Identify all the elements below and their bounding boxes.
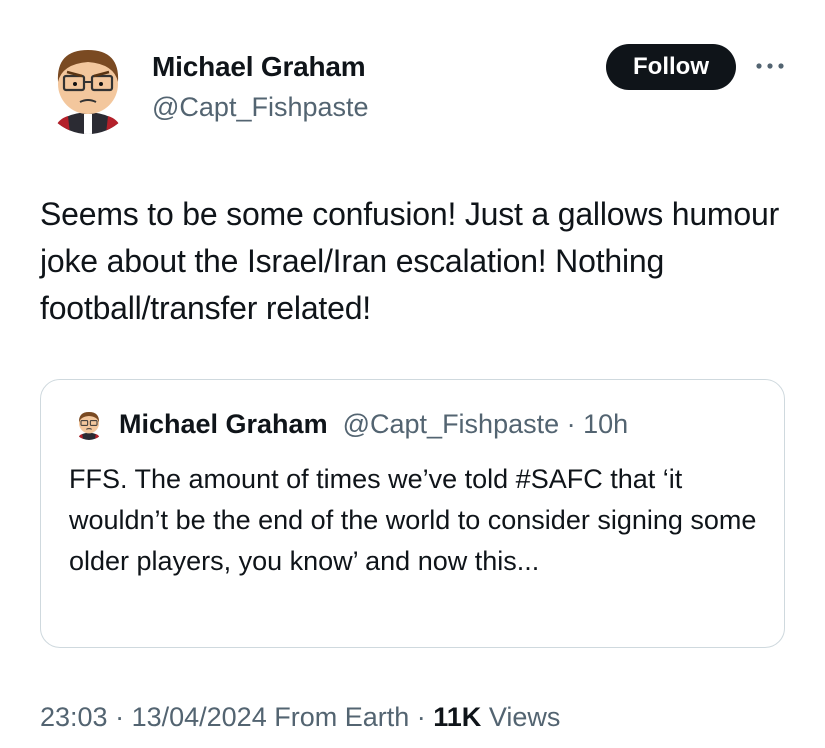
- quoted-tweet-card[interactable]: Michael Graham @Capt_Fishpaste · 10h FFS…: [40, 379, 785, 648]
- follow-button[interactable]: Follow: [606, 44, 736, 90]
- quoted-author-avatar: [73, 408, 105, 440]
- cartoon-avatar-icon: [73, 408, 105, 440]
- quoted-handle-text: @Capt_Fishpaste: [342, 409, 560, 439]
- cartoon-avatar-icon: [40, 38, 136, 134]
- tweet-metadata: 23:03 · 13/04/2024 From Earth · 11K View…: [40, 700, 560, 734]
- footer-separator: ·: [107, 702, 132, 732]
- tweet-time[interactable]: 23:03: [40, 702, 108, 732]
- quoted-tweet-header: Michael Graham @Capt_Fishpaste · 10h: [119, 408, 628, 440]
- author-name[interactable]: Michael Graham: [152, 50, 366, 84]
- views-count: 11K: [433, 702, 482, 732]
- author-avatar[interactable]: [40, 38, 136, 134]
- footer-separator-2: ·: [409, 702, 434, 732]
- tweet-location: From Earth: [274, 702, 410, 732]
- author-handle[interactable]: @Capt_Fishpaste: [152, 91, 369, 123]
- quoted-tweet-age: 10h: [583, 409, 629, 439]
- views-label: Views: [488, 702, 561, 732]
- more-options-button[interactable]: [752, 54, 788, 78]
- quoted-author-name: Michael Graham: [119, 409, 328, 439]
- more-dots-icon: [756, 63, 784, 69]
- quoted-tweet-text: FFS. The amount of times we’ve told #SAF…: [69, 464, 757, 576]
- tweet-date[interactable]: 13/04/2024: [132, 702, 267, 732]
- tweet-text: Seems to be some confusion! Just a gallo…: [40, 196, 780, 326]
- quoted-author-handle: @Capt_Fishpaste · 10h: [335, 409, 629, 439]
- quoted-separator: ·: [559, 409, 584, 439]
